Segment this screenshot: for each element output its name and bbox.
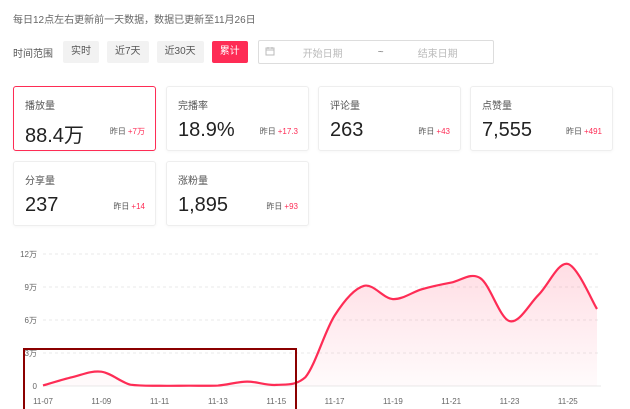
x-tick-label: 11-19 [383,397,403,406]
y-tick-label: 12万 [20,250,37,259]
metric-value: 88.4万 [25,125,84,147]
metric-value: 18.9% [178,119,235,141]
metric-delta: 昨日 +17.3 [259,127,298,136]
x-tick-label: 11-11 [150,397,170,406]
metric-value: 263 [330,119,364,141]
y-tick-label: 0 [33,382,38,391]
metric-card-followers[interactable]: 涨粉量 1,895 昨日 +93 [166,161,309,226]
series-area [43,263,597,386]
metric-title: 分享量 [25,176,55,187]
metric-value: 1,895 [178,194,229,216]
metric-title: 完播率 [178,101,208,112]
range-button-cumulative[interactable]: 累计 [211,41,248,63]
metric-title: 涨粉量 [178,176,208,187]
metric-title: 播放量 [25,101,55,112]
range-button-realtime[interactable]: 实时 [63,41,99,63]
metric-value: 7,555 [482,119,533,141]
x-tick-label: 11-23 [500,397,520,406]
date-separator: ~ [377,46,384,58]
end-date-input[interactable]: 结束日期 [393,45,483,60]
x-tick-label: 11-07 [33,397,53,406]
metric-card-plays[interactable]: 播放量 88.4万 昨日 +7万 [13,86,156,151]
start-date-input[interactable]: 开始日期 [277,45,369,60]
metric-delta: 昨日 +14 [113,202,145,211]
metric-delta: 昨日 +7万 [109,127,145,136]
metric-title: 点赞量 [482,101,512,112]
x-tick-label: 11-15 [266,397,286,406]
metric-title: 评论量 [330,101,360,112]
x-tick-label: 11-25 [558,397,578,406]
metric-card-completion-rate[interactable]: 完播率 18.9% 昨日 +17.3 [166,86,309,151]
metric-delta: 昨日 +491 [565,127,602,136]
range-button-30days[interactable]: 近30天 [156,41,204,63]
metric-value: 237 [25,194,59,216]
y-tick-label: 6万 [25,316,37,325]
x-tick-label: 11-21 [441,397,461,406]
time-range-row: 时间范围 实时 近7天 近30天 累计 开始日期 ~ 结束日期 [13,40,494,64]
metric-delta: 昨日 +93 [266,202,298,211]
metric-delta: 昨日 +43 [418,127,450,136]
metric-card-shares[interactable]: 分享量 237 昨日 +14 [13,161,156,226]
metric-card-comments[interactable]: 评论量 263 昨日 +43 [318,86,461,151]
x-tick-label: 11-17 [325,397,345,406]
trend-chart: 0 3万 6万 9万 12万 11-07 11-09 11-11 11-13 11-15 11-17… [20,250,601,409]
y-tick-label: 9万 [25,283,37,292]
calendar-icon [265,46,277,59]
x-tick-label: 11-09 [91,397,111,406]
range-button-7days[interactable]: 近7天 [107,41,149,63]
date-range-picker[interactable]: 开始日期 ~ 结束日期 [257,40,494,64]
time-range-label: 时间范围 [13,48,53,60]
metric-card-likes[interactable]: 点赞量 7,555 昨日 +491 [470,86,613,151]
update-notice: 每日12点左右更新前一天数据，数据已更新至11月26日 [13,15,256,26]
x-tick-label: 11-13 [208,397,228,406]
y-tick-label: 3万 [25,349,37,358]
